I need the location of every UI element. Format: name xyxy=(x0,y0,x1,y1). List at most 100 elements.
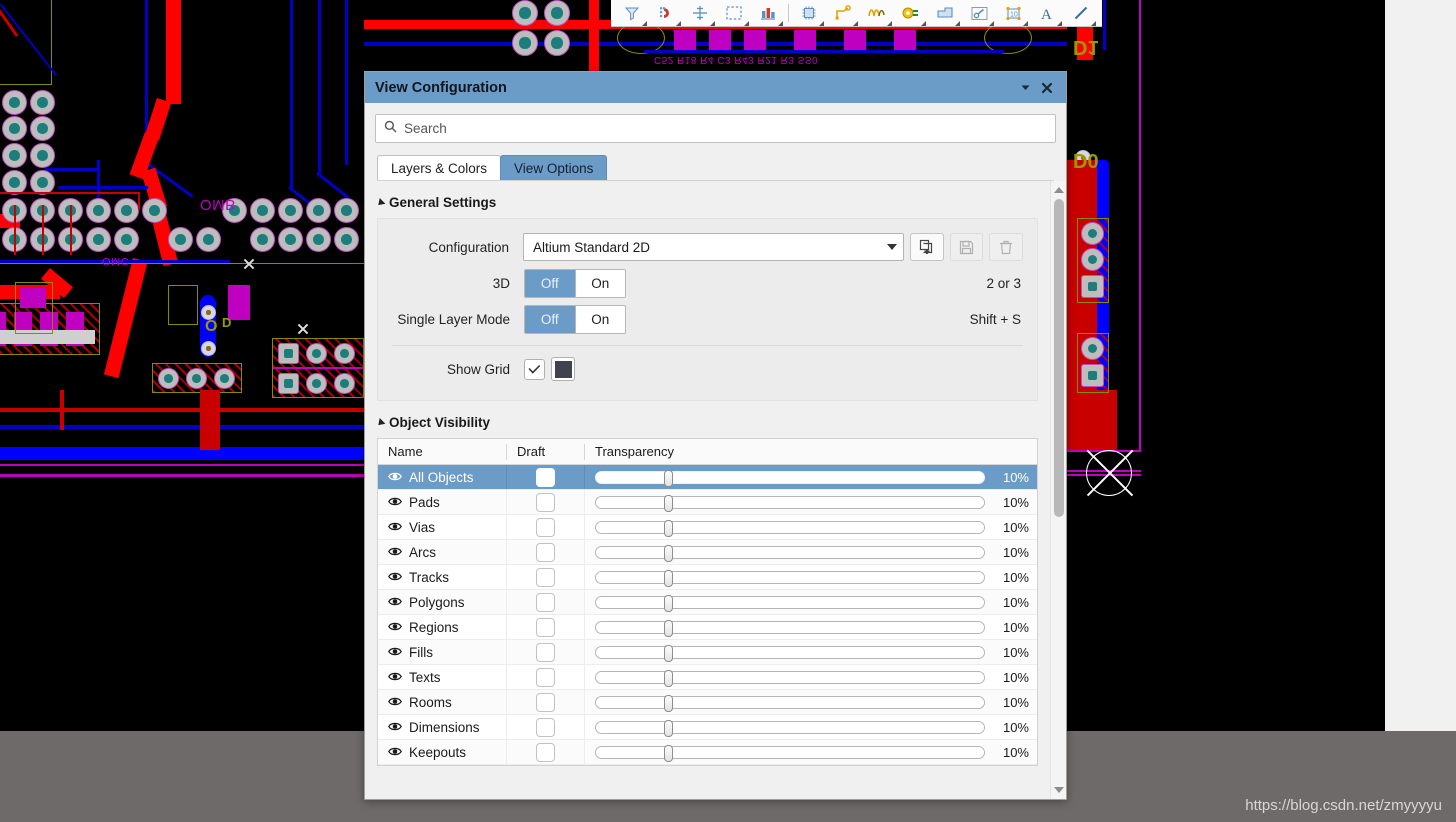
row-name-cell[interactable]: Regions xyxy=(378,620,506,635)
move-crosshair-icon[interactable] xyxy=(683,0,717,26)
place-polygon-icon[interactable] xyxy=(928,0,962,26)
row-name-cell[interactable]: Fills xyxy=(378,645,506,660)
pad[interactable] xyxy=(306,227,331,252)
pad[interactable] xyxy=(250,227,275,252)
view-configuration-dialog[interactable]: View Configuration Search Layers & Color… xyxy=(364,71,1067,800)
pad[interactable] xyxy=(1081,275,1104,298)
row-name-cell[interactable]: Vias xyxy=(378,520,506,535)
scroll-up-button[interactable] xyxy=(1051,183,1066,197)
draft-checkbox[interactable] xyxy=(536,542,555,562)
single-layer-mode-off-button[interactable]: Off xyxy=(525,305,575,333)
eye-visibility-icon[interactable] xyxy=(388,645,402,660)
transparency-slider[interactable] xyxy=(595,569,985,587)
row-draft-cell[interactable] xyxy=(506,515,584,539)
chevron-down-icon[interactable] xyxy=(1014,77,1036,99)
row-draft-cell[interactable] xyxy=(506,540,584,564)
three-d-toggle[interactable]: Off On xyxy=(524,268,626,298)
row-draft-cell[interactable] xyxy=(506,740,584,764)
draft-checkbox[interactable] xyxy=(536,742,555,762)
transparency-slider[interactable] xyxy=(595,544,985,562)
three-d-on-button[interactable]: On xyxy=(575,269,625,297)
row-transparency-cell[interactable]: 10% xyxy=(584,515,1037,539)
eye-visibility-icon[interactable] xyxy=(388,670,402,685)
pad[interactable] xyxy=(86,227,111,252)
pad[interactable] xyxy=(196,227,221,252)
draft-checkbox[interactable] xyxy=(536,717,555,737)
bar-chart-icon[interactable] xyxy=(751,0,785,26)
row-draft-cell[interactable] xyxy=(506,640,584,664)
row-name-cell[interactable]: All Objects xyxy=(378,470,506,485)
pad[interactable] xyxy=(278,343,299,364)
row-transparency-cell[interactable]: 10% xyxy=(584,540,1037,564)
pad[interactable] xyxy=(30,90,55,115)
row-transparency-cell[interactable]: 10% xyxy=(584,490,1037,514)
table-row[interactable]: Regions 10% xyxy=(378,615,1037,640)
transparency-slider[interactable] xyxy=(595,594,985,612)
pad[interactable] xyxy=(1081,248,1104,271)
pad[interactable] xyxy=(1081,337,1104,360)
delete-configuration-button[interactable] xyxy=(989,233,1023,261)
eye-visibility-icon[interactable] xyxy=(388,720,402,735)
row-draft-cell[interactable] xyxy=(506,690,584,714)
pad[interactable] xyxy=(544,30,570,56)
row-draft-cell[interactable] xyxy=(506,715,584,739)
table-row[interactable]: All Objects 10% xyxy=(378,465,1037,490)
draft-checkbox[interactable] xyxy=(536,492,555,512)
transparency-slider[interactable] xyxy=(595,519,985,537)
place-dimension-icon[interactable]: 10 xyxy=(996,0,1030,26)
pad[interactable] xyxy=(214,368,235,389)
row-name-cell[interactable]: Texts xyxy=(378,670,506,685)
place-text-icon[interactable]: A xyxy=(1030,0,1064,26)
eye-visibility-icon[interactable] xyxy=(388,495,402,510)
pad[interactable] xyxy=(278,373,299,394)
row-name-cell[interactable]: Keepouts xyxy=(378,745,506,760)
table-row[interactable]: Texts 10% xyxy=(378,665,1037,690)
row-draft-cell[interactable] xyxy=(506,565,584,589)
pad[interactable] xyxy=(512,30,538,56)
configuration-select[interactable]: Altium Standard 2D xyxy=(522,233,904,261)
place-line-icon[interactable] xyxy=(1064,0,1098,26)
pad[interactable] xyxy=(158,368,179,389)
show-grid-color-button[interactable] xyxy=(551,357,575,381)
row-name-cell[interactable]: Dimensions xyxy=(378,720,506,735)
via[interactable] xyxy=(201,341,216,356)
chevron-down-icon[interactable] xyxy=(886,244,897,250)
draft-checkbox[interactable] xyxy=(536,642,555,662)
transparency-slider[interactable] xyxy=(595,644,985,662)
selection-rectangle-icon[interactable] xyxy=(717,0,751,26)
close-icon[interactable] xyxy=(1036,77,1058,99)
magnet-snap-icon[interactable] xyxy=(649,0,683,26)
place-pad-icon[interactable] xyxy=(894,0,928,26)
table-row[interactable]: Fills 10% xyxy=(378,640,1037,665)
table-row[interactable]: Rooms 10% xyxy=(378,690,1037,715)
eye-visibility-icon[interactable] xyxy=(388,470,402,485)
table-row[interactable]: Tracks 10% xyxy=(378,565,1037,590)
eye-visibility-icon[interactable] xyxy=(388,695,402,710)
tab-view-options[interactable]: View Options xyxy=(500,155,608,181)
row-transparency-cell[interactable]: 10% xyxy=(584,615,1037,639)
row-transparency-cell[interactable]: 10% xyxy=(584,590,1037,614)
row-name-cell[interactable]: Tracks xyxy=(378,570,506,585)
collapse-caret-icon[interactable] xyxy=(375,197,386,208)
show-grid-checkbox[interactable] xyxy=(524,358,545,380)
pad[interactable] xyxy=(168,227,193,252)
pad[interactable] xyxy=(306,343,327,364)
row-name-cell[interactable]: Rooms xyxy=(378,695,506,710)
eye-visibility-icon[interactable] xyxy=(388,570,402,585)
pad[interactable] xyxy=(2,143,27,168)
transparency-slider[interactable] xyxy=(595,619,985,637)
row-transparency-cell[interactable]: 10% xyxy=(584,740,1037,764)
transparency-slider[interactable] xyxy=(595,494,985,512)
measure-icon[interactable] xyxy=(962,0,996,26)
row-transparency-cell[interactable]: 10% xyxy=(584,715,1037,739)
pad[interactable] xyxy=(142,198,167,223)
pad[interactable] xyxy=(306,373,327,394)
pad[interactable] xyxy=(334,198,359,223)
transparency-slider[interactable] xyxy=(595,719,985,737)
row-name-cell[interactable]: Arcs xyxy=(378,545,506,560)
pad[interactable] xyxy=(278,198,303,223)
pad[interactable] xyxy=(114,198,139,223)
row-transparency-cell[interactable]: 10% xyxy=(584,465,1037,489)
dialog-titlebar[interactable]: View Configuration xyxy=(365,72,1066,103)
table-row[interactable]: Pads 10% xyxy=(378,490,1037,515)
